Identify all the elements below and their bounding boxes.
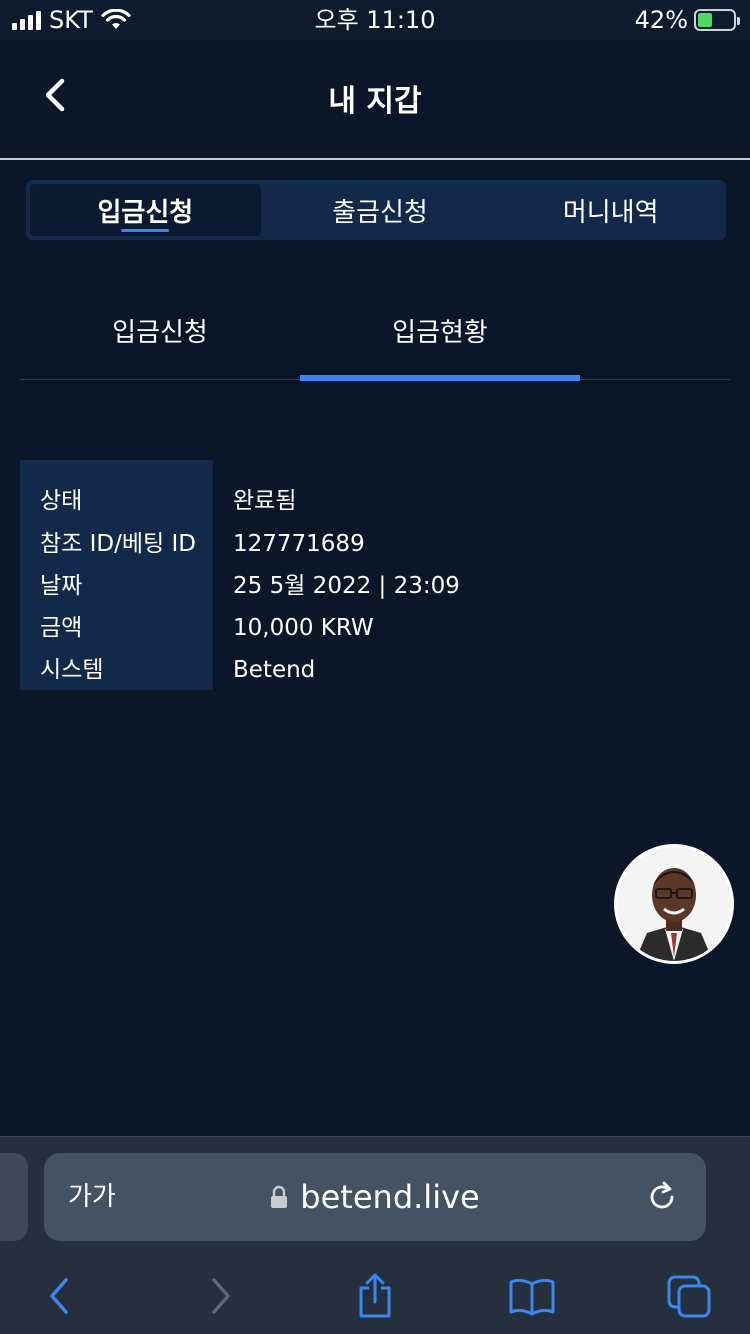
tabs-button[interactable] — [664, 1271, 714, 1321]
tab-label: 출금신청 — [332, 197, 428, 228]
subtab-deposit-status[interactable]: 입금현황 — [300, 280, 580, 381]
active-subtab-indicator — [300, 375, 580, 381]
browser-back-button[interactable] — [34, 1271, 84, 1321]
tabs-icon — [667, 1275, 711, 1318]
deposit-subtabs: 입금신청 입금현황 — [20, 280, 730, 381]
detail-label: 금액 — [40, 615, 83, 641]
detail-label: 상태 — [40, 488, 83, 514]
active-tab-indicator — [121, 229, 170, 232]
subtab-deposit-request[interactable]: 입금신청 — [20, 280, 300, 380]
detail-row-date: 날짜 25 5월 2022 | 23:09 — [20, 565, 620, 607]
tab-label: 머니내역 — [562, 197, 659, 228]
browser-chrome: 가가 betend.live — [0, 1136, 750, 1334]
browser-forward-button[interactable] — [196, 1271, 246, 1321]
battery-percent: 42% — [634, 6, 688, 34]
status-bar: SKT 오후 11:10 42% — [0, 0, 750, 40]
url-text: betend.live — [300, 1178, 480, 1216]
support-chat-avatar[interactable] — [614, 844, 734, 964]
subtab-label: 입금신청 — [112, 317, 208, 348]
detail-label: 시스템 — [40, 657, 104, 683]
detail-label: 날짜 — [40, 573, 83, 599]
chevron-right-icon — [212, 1278, 230, 1314]
bookmarks-button[interactable] — [507, 1271, 557, 1321]
previous-tab-preview[interactable] — [0, 1153, 28, 1241]
url-display: betend.live — [44, 1153, 706, 1241]
browser-toolbar — [0, 1261, 750, 1334]
header-divider — [0, 158, 750, 160]
detail-label: 참조 ID/베팅 ID — [40, 531, 196, 557]
wallet-tabs: 입금신청 출금신청 머니내역 — [26, 180, 726, 240]
header: 내 지갑 — [0, 40, 750, 158]
detail-row-amount: 금액 10,000 KRW — [20, 607, 620, 649]
avatar-image — [617, 847, 731, 961]
detail-value: 완료됨 — [233, 488, 297, 514]
reload-icon — [650, 1181, 674, 1209]
share-button[interactable] — [350, 1271, 400, 1321]
page-title: 내 지갑 — [328, 84, 422, 119]
detail-row-status: 상태 완료됨 — [20, 480, 620, 522]
address-bar[interactable]: 가가 betend.live — [44, 1153, 706, 1241]
book-icon — [509, 1278, 555, 1316]
status-right: 42% — [634, 0, 740, 40]
detail-value: 127771689 — [233, 531, 365, 557]
detail-row-reference-id: 참조 ID/베팅 ID 127771689 — [20, 523, 620, 565]
tab-label: 입금신청 — [97, 197, 194, 228]
wallet-page: SKT 오후 11:10 42% 내 지갑 입금신청 출금신청 머니내역 입금신… — [0, 0, 750, 1334]
share-icon — [359, 1273, 391, 1318]
tab-deposit-request[interactable]: 입금신청 — [30, 184, 261, 236]
tab-withdraw-request[interactable]: 출금신청 — [265, 180, 496, 240]
detail-value: 10,000 KRW — [233, 615, 374, 641]
subtab-label: 입금현황 — [392, 317, 488, 348]
battery-fill — [698, 13, 713, 27]
battery-icon — [694, 9, 740, 31]
lock-icon — [271, 1185, 288, 1208]
reload-button[interactable] — [642, 1177, 682, 1217]
detail-row-system: 시스템 Betend — [20, 649, 620, 691]
detail-value: Betend — [233, 657, 316, 683]
chevron-left-icon — [50, 1278, 68, 1314]
detail-value: 25 5월 2022 | 23:09 — [233, 573, 460, 599]
tab-money-history[interactable]: 머니내역 — [495, 180, 726, 240]
